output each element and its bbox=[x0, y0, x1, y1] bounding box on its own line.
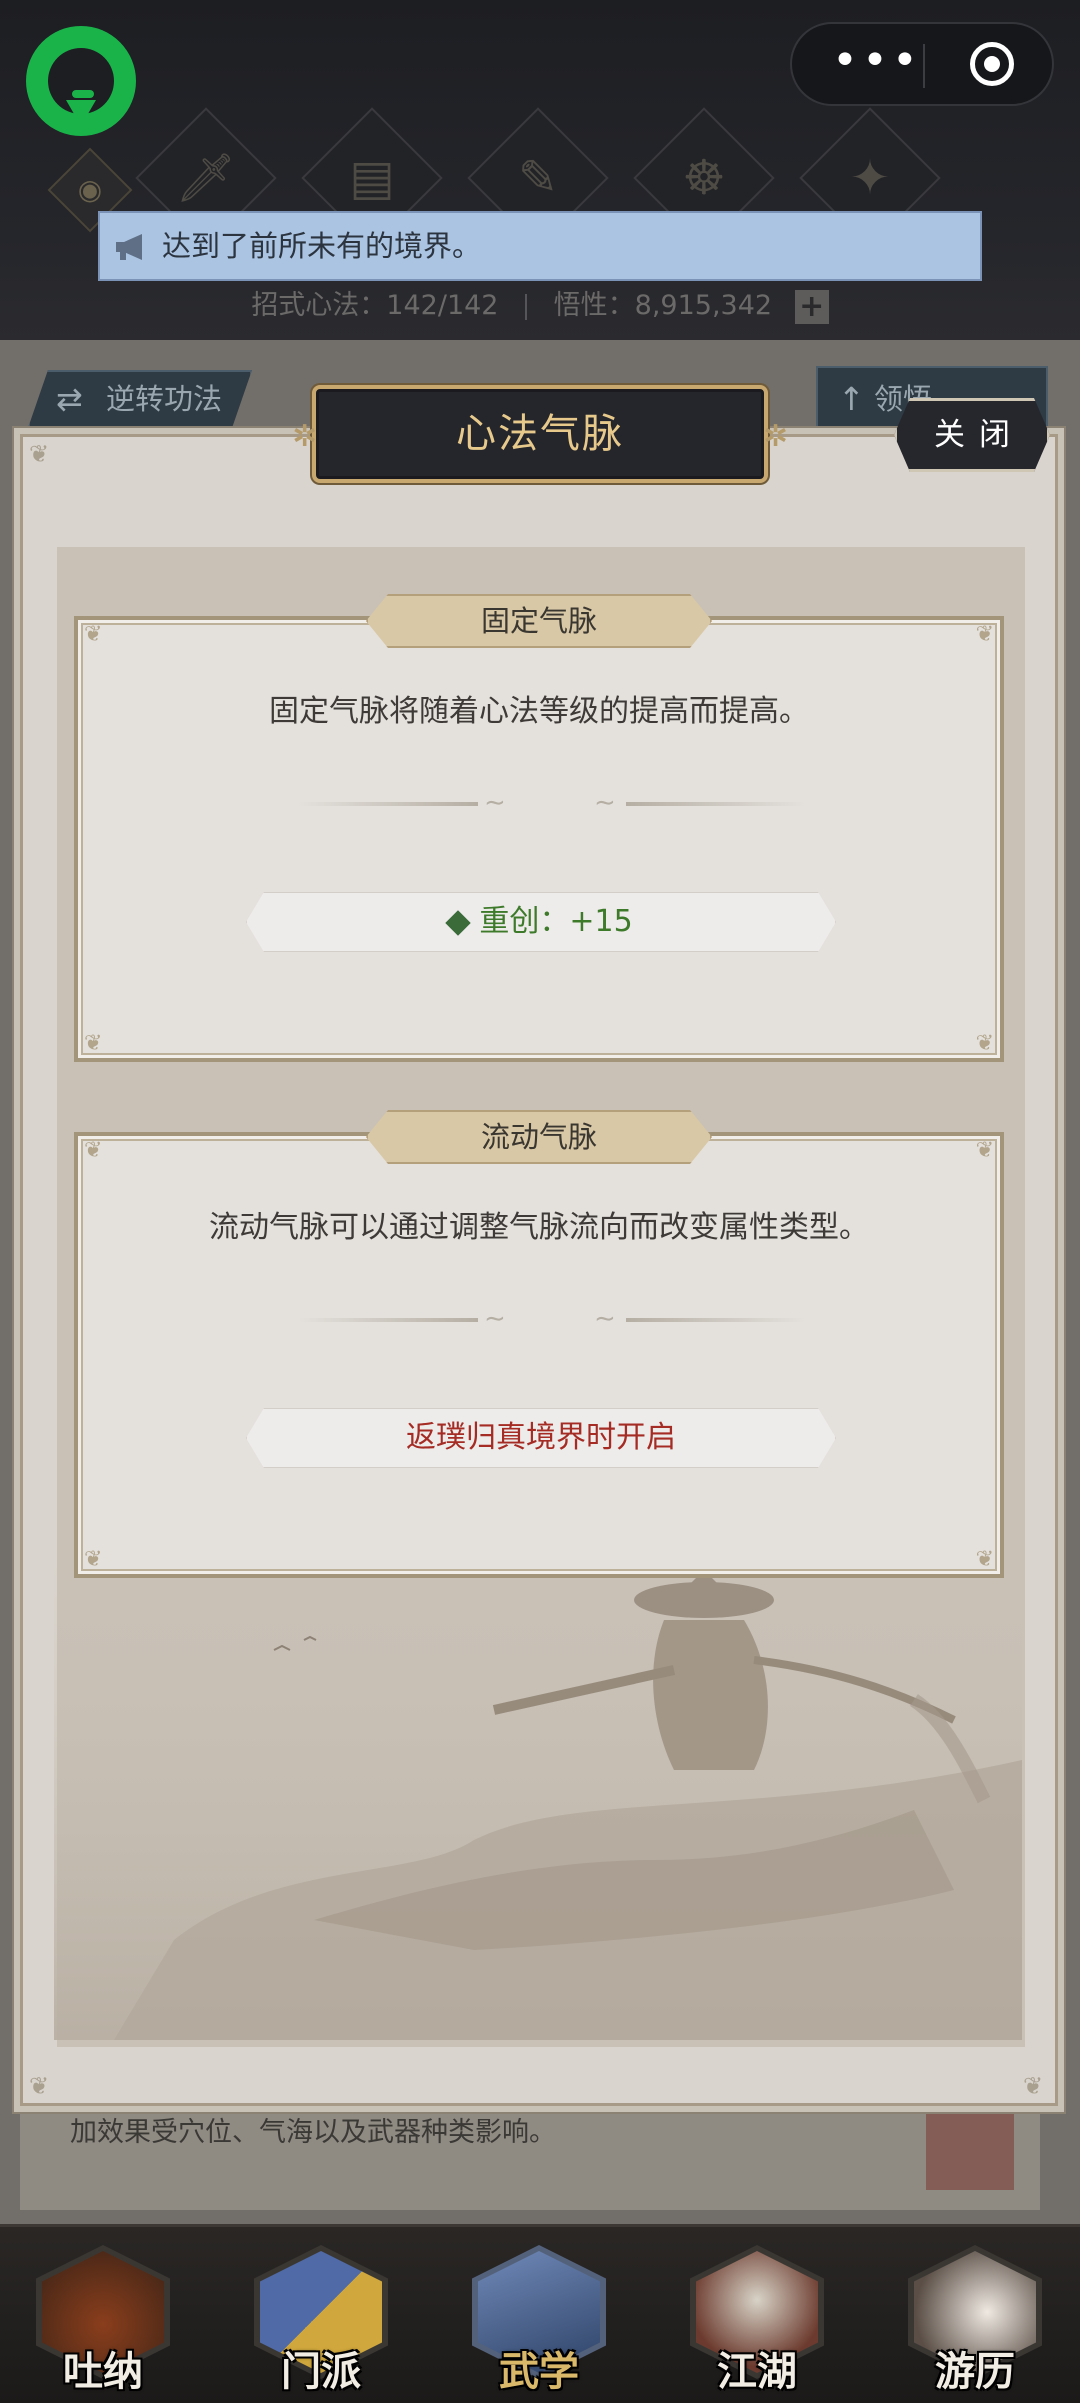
gem-icon bbox=[446, 910, 471, 935]
divider-ornament bbox=[626, 1318, 806, 1322]
corner-ornament: ❦ bbox=[1023, 2072, 1044, 2100]
nav-label: 江湖 bbox=[717, 2348, 797, 2395]
unlock-condition-text: 返璞归真境界时开启 bbox=[406, 1420, 676, 1455]
card-corner-ornament: ❦ bbox=[975, 1547, 994, 1572]
close-miniprogram-icon[interactable] bbox=[970, 42, 1014, 86]
flowing-meridian-locked-bar: 返璞归真境界时开启 bbox=[246, 1408, 836, 1468]
bottom-navigation: 吐纳 门派 武学 江湖 游历 bbox=[0, 2224, 1080, 2403]
divider-ornament bbox=[298, 1318, 478, 1322]
nav-jianghu[interactable]: 江湖 bbox=[682, 2235, 832, 2399]
critical-hit-value: 重创：+15 bbox=[479, 904, 633, 939]
title-knot-ornament: ✲ bbox=[762, 419, 788, 454]
insight-value: 悟性：8,915,342 bbox=[553, 290, 773, 321]
nav-label: 游历 bbox=[935, 2348, 1015, 2395]
modal-title-plate: ✲ 心法气脉 ✲ bbox=[292, 385, 788, 483]
flowing-meridian-tab: 流动气脉 bbox=[366, 1110, 712, 1164]
swirl-ornament: ∼ bbox=[484, 788, 506, 818]
seal-stamp-icon bbox=[926, 2104, 1014, 2190]
card-corner-ornament: ❦ bbox=[84, 622, 103, 647]
nav-label: 武学 bbox=[499, 2348, 579, 2395]
modal-title: 心法气脉 bbox=[456, 411, 624, 457]
stats-bar: 招式心法：142/142 悟性：8,915,342 + bbox=[0, 284, 1080, 328]
moves-count: 招式心法：142/142 bbox=[251, 290, 499, 321]
flowing-meridian-description: 流动气脉可以通过调整气脉流向而改变属性类型。 bbox=[209, 1210, 869, 1245]
background-description-text: 加效果受穴位、气海以及武器种类影响。 bbox=[70, 2117, 556, 2148]
card-corner-ornament: ❦ bbox=[975, 622, 994, 647]
ink-painting-illustration bbox=[54, 1560, 1022, 2040]
swirl-ornament: ∼ bbox=[594, 788, 616, 818]
title-knot-ornament: ✲ bbox=[292, 419, 318, 454]
nav-martial-arts[interactable]: 武学 bbox=[464, 2235, 614, 2399]
nav-travel[interactable]: 游历 bbox=[900, 2235, 1050, 2399]
flowing-meridian-title: 流动气脉 bbox=[480, 1120, 597, 1154]
close-button[interactable]: 关闭 bbox=[894, 398, 1050, 472]
add-insight-button[interactable]: + bbox=[794, 289, 829, 324]
more-menu-button[interactable]: ••• bbox=[832, 39, 918, 83]
swirl-ornament: ∼ bbox=[594, 1304, 616, 1334]
app-logo-icon[interactable] bbox=[26, 26, 136, 136]
arrow-up-icon: ↑ bbox=[838, 380, 865, 418]
reverse-technique-label: 逆转功法 bbox=[106, 382, 223, 416]
corner-ornament: ❦ bbox=[29, 2072, 50, 2100]
megaphone-icon bbox=[116, 234, 142, 260]
divider-ornament bbox=[626, 802, 806, 806]
swap-icon: ⇄ bbox=[56, 380, 83, 418]
corner-ornament: ❦ bbox=[29, 440, 50, 468]
nav-breathing[interactable]: 吐纳 bbox=[28, 2235, 178, 2399]
swirl-ornament: ∼ bbox=[484, 1304, 506, 1334]
divider-ornament bbox=[298, 802, 478, 806]
capsule-divider bbox=[923, 44, 925, 88]
background-description-panel: 加效果受穴位、气海以及武器种类影响。 bbox=[20, 2090, 1040, 2210]
flowing-meridian-card: ❦ ❦ ❦ ❦ 流动气脉 流动气脉可以通过调整气脉流向而改变属性类型。 ∼ ∼ … bbox=[74, 1132, 1004, 1578]
fixed-meridian-description: 固定气脉将随着心法等级的提高而提高。 bbox=[269, 694, 809, 729]
miniprogram-capsule: ••• bbox=[790, 22, 1054, 106]
fixed-meridian-card: ❦ ❦ ❦ ❦ 固定气脉 固定气脉将随着心法等级的提高而提高。 ∼ ∼ 重创：+… bbox=[74, 616, 1004, 1062]
card-corner-ornament: ❦ bbox=[975, 1138, 994, 1163]
card-corner-ornament: ❦ bbox=[84, 1138, 103, 1163]
fixed-meridian-title: 固定气脉 bbox=[480, 604, 597, 638]
nav-label: 吐纳 bbox=[63, 2348, 143, 2395]
card-corner-ornament: ❦ bbox=[84, 1031, 103, 1056]
reverse-technique-button[interactable]: ⇄ 逆转功法 bbox=[28, 370, 252, 428]
close-button-label: 关闭 bbox=[934, 417, 1024, 453]
fixed-meridian-value-bar: 重创：+15 bbox=[246, 892, 836, 952]
system-notice-banner: 达到了前所未有的境界。 bbox=[98, 211, 982, 281]
card-corner-ornament: ❦ bbox=[975, 1031, 994, 1056]
stats-divider bbox=[525, 293, 528, 320]
card-corner-ornament: ❦ bbox=[84, 1547, 103, 1572]
fixed-meridian-tab: 固定气脉 bbox=[366, 594, 712, 648]
notice-text: 达到了前所未有的境界。 bbox=[162, 229, 482, 263]
nav-label: 门派 bbox=[281, 2348, 361, 2395]
nav-sect[interactable]: 门派 bbox=[246, 2235, 396, 2399]
